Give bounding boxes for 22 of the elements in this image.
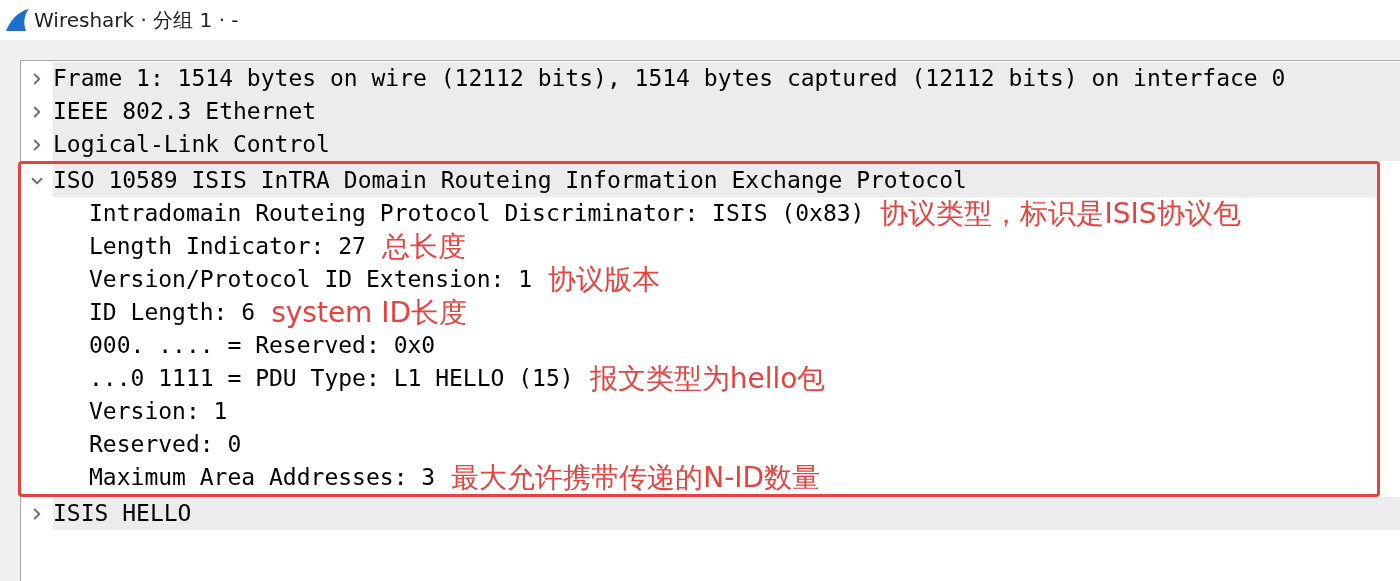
annotation-note: 协议类型，标识是ISIS协议包 [880,197,1241,230]
tree-field[interactable]: ...0 1111 = PDU Type: L1 HELLO (15) [89,362,574,395]
tree-item[interactable]: Logical-Link Control [53,128,1400,161]
window-title: Wireshark · 分组 1 · - [34,7,239,34]
shark-fin-icon [4,7,30,33]
annotation-note: 协议版本 [548,263,661,296]
annotation-note: 报文类型为hello包 [589,362,826,395]
tree-field[interactable]: Maximum Area Addresses: 3 [89,461,436,494]
tree-field[interactable]: Version: 1 [89,395,228,428]
tree-field[interactable]: 000. .... = Reserved: 0x0 [89,329,436,362]
tree-field[interactable]: ID Length: 6 [89,296,256,329]
annotation-note: 最大允许携带传递的N-ID数量 [451,461,821,494]
tree-field[interactable]: Length Indicator: 27 [89,230,366,263]
tree-field[interactable]: Reserved: 0 [89,428,242,461]
tree-item[interactable]: ISO 10589 ISIS InTRA Domain Routeing Information Exchange Protocol [53,164,1377,197]
tree-field[interactable]: Version/Protocol ID Extension: 1 [89,263,533,296]
annotation-note: system ID长度 [271,296,468,329]
tree-field[interactable]: Intradomain Routeing Protocol Discriminator: ISIS (0x83) [89,197,865,230]
annotation-note: 总长度 [381,230,466,263]
tree-item[interactable]: IEEE 802.3 Ethernet [53,95,1400,128]
tree-item[interactable]: ISIS HELLO [53,497,1400,530]
tree-item[interactable]: Frame 1: 1514 bytes on wire (12112 bits), 1514 bytes captured (12112 bits) on interface 0 [53,62,1400,95]
